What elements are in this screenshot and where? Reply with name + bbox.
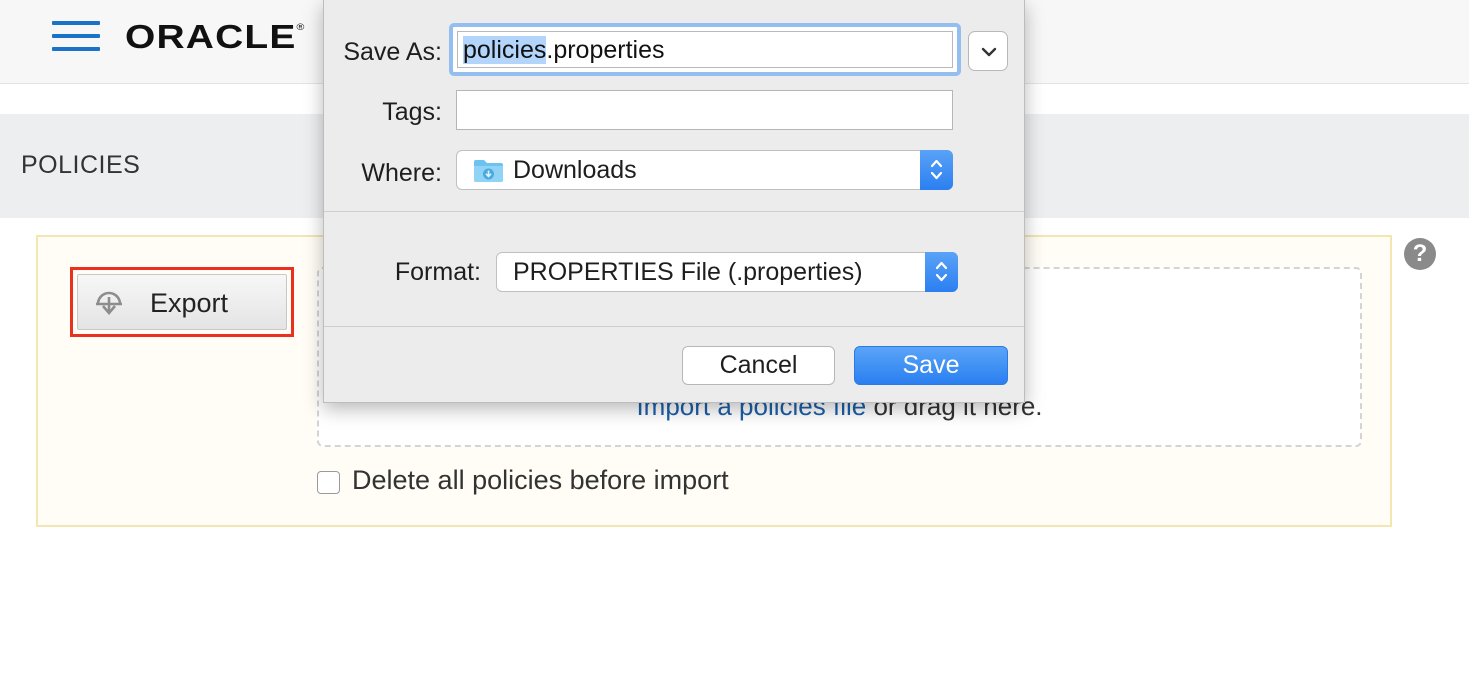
where-select[interactable]: Downloads (456, 150, 953, 190)
dialog-divider (324, 326, 1024, 327)
export-button[interactable]: Export (77, 274, 287, 330)
help-icon[interactable]: ? (1404, 238, 1436, 270)
tags-input[interactable] (456, 90, 953, 130)
up-down-chevron-icon (930, 159, 943, 180)
page-title: POLICIES (21, 151, 141, 179)
where-value: Downloads (513, 156, 637, 184)
delete-policies-checkbox[interactable] (317, 471, 340, 494)
save-dialog: Save As: policies.properties Tags: Where… (323, 0, 1025, 403)
save-as-field[interactable]: policies.properties (449, 23, 961, 76)
filename-selected-text: policies (463, 36, 547, 64)
export-highlight-box: Export (70, 267, 294, 337)
delete-policies-label[interactable]: Delete all policies before import (352, 465, 729, 496)
format-select[interactable]: PROPERTIES File (.properties) (496, 252, 958, 292)
where-stepper (920, 150, 953, 190)
format-label: Format: (394, 258, 481, 286)
chevron-down-icon (981, 47, 997, 57)
format-value: PROPERTIES File (.properties) (513, 258, 863, 286)
filename-extension-text: .properties (546, 36, 665, 64)
hamburger-line (52, 47, 100, 51)
format-stepper (925, 252, 958, 292)
registered-mark: ® (296, 22, 306, 32)
dialog-divider (324, 211, 1024, 212)
downloads-folder-icon (474, 160, 503, 182)
save-as-input[interactable]: policies.properties (457, 31, 953, 68)
expand-dialog-button[interactable] (968, 31, 1008, 71)
up-down-chevron-icon (935, 261, 948, 282)
oracle-logo: ORACLE® (125, 18, 306, 56)
where-label: Where: (361, 159, 442, 187)
save-as-label: Save As: (343, 38, 442, 66)
save-button[interactable]: Save (854, 346, 1008, 385)
cancel-button[interactable]: Cancel (682, 346, 835, 385)
hamburger-line (52, 34, 100, 38)
hamburger-menu-icon[interactable] (52, 21, 100, 51)
tags-label: Tags: (382, 98, 442, 126)
hamburger-line (52, 21, 100, 25)
export-label: Export (150, 288, 229, 318)
brand-name: ORACLE (125, 18, 297, 55)
cloud-download-icon (96, 291, 122, 315)
